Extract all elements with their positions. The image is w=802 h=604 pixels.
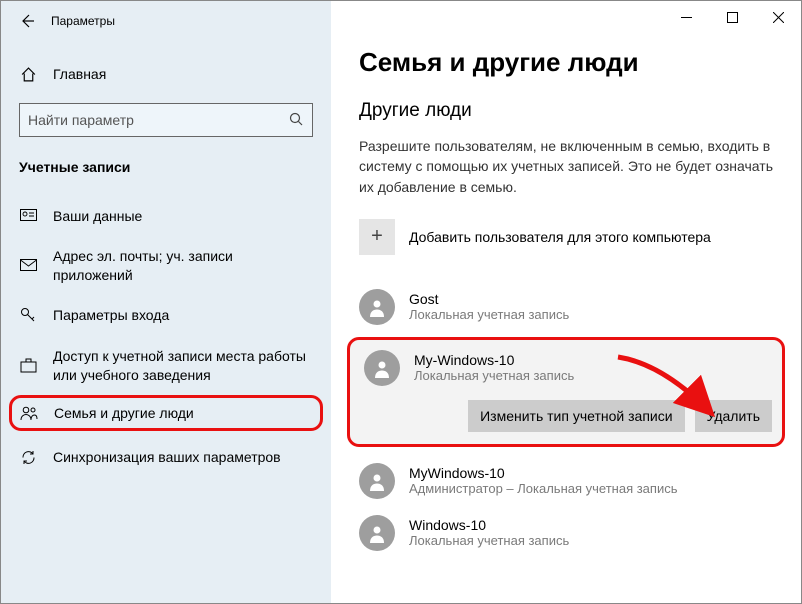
page-title: Семья и другие люди (359, 47, 773, 78)
add-user-button[interactable]: + Добавить пользователя для этого компью… (359, 219, 773, 255)
section-header: Учетные записи (1, 155, 331, 195)
user-role: Локальная учетная запись (409, 533, 569, 548)
user-name: MyWindows-10 (409, 465, 677, 481)
maximize-icon (727, 12, 738, 23)
main-panel: Семья и другие люди Другие люди Разрешит… (331, 1, 801, 603)
user-role: Администратор – Локальная учетная запись (409, 481, 677, 496)
key-icon (19, 307, 37, 325)
home-label: Главная (53, 66, 106, 82)
avatar (359, 289, 395, 325)
person-icon (367, 297, 387, 317)
avatar (359, 463, 395, 499)
sidebar-item-family[interactable]: Семья и другие люди (9, 395, 323, 431)
close-button[interactable] (755, 1, 801, 33)
plus-icon: + (359, 219, 395, 255)
sidebar-item-label: Адрес эл. почты; уч. записи приложений (53, 247, 313, 285)
user-row-mywindows10[interactable]: My-Windows-10 Локальная учетная запись (360, 350, 772, 386)
sidebar: Параметры Главная Учетные записи Ваши да… (1, 1, 331, 603)
sidebar-item-label: Параметры входа (53, 306, 169, 325)
sidebar-item-email[interactable]: Адрес эл. почты; уч. записи приложений (1, 237, 331, 295)
briefcase-icon (19, 357, 37, 375)
sync-icon (19, 449, 37, 467)
search-icon (288, 111, 304, 130)
sidebar-item-label: Синхронизация ваших параметров (53, 448, 281, 467)
avatar (364, 350, 400, 386)
user-name: Gost (409, 291, 569, 307)
user-role: Локальная учетная запись (414, 368, 574, 383)
minimize-icon (681, 12, 692, 23)
sidebar-item-signin[interactable]: Параметры входа (1, 295, 331, 337)
person-icon (367, 471, 387, 491)
user-row-gost[interactable]: Gost Локальная учетная запись (359, 281, 773, 333)
home-icon (19, 65, 37, 83)
sidebar-item-sync[interactable]: Синхронизация ваших параметров (1, 437, 331, 479)
titlebar: Параметры (1, 1, 331, 41)
avatar (359, 515, 395, 551)
people-icon (20, 404, 38, 422)
mail-icon (19, 257, 37, 275)
add-user-label: Добавить пользователя для этого компьюте… (409, 229, 711, 245)
back-button[interactable] (13, 7, 41, 35)
window-controls (663, 1, 801, 33)
page-description: Разрешите пользователям, не включенным в… (359, 136, 773, 197)
arrow-left-icon (19, 13, 35, 29)
id-card-icon (19, 207, 37, 225)
user-role: Локальная учетная запись (409, 307, 569, 322)
sidebar-item-label: Доступ к учетной записи места работы или… (53, 347, 313, 385)
change-account-type-button[interactable]: Изменить тип учетной записи (468, 400, 684, 432)
page-subtitle: Другие люди (359, 100, 773, 122)
user-name: My-Windows-10 (414, 352, 574, 368)
user-row-mywindows10-admin[interactable]: MyWindows-10 Администратор – Локальная у… (359, 455, 773, 507)
window-title: Параметры (51, 14, 115, 28)
minimize-button[interactable] (663, 1, 709, 33)
person-icon (372, 358, 392, 378)
sidebar-item-label: Ваши данные (53, 207, 142, 226)
search-input[interactable] (28, 112, 288, 128)
sidebar-item-your-info[interactable]: Ваши данные (1, 195, 331, 237)
user-name: Windows-10 (409, 517, 569, 533)
sidebar-item-label: Семья и другие люди (54, 405, 194, 421)
remove-button[interactable]: Удалить (695, 400, 772, 432)
person-icon (367, 523, 387, 543)
user-row-selected: My-Windows-10 Локальная учетная запись И… (347, 337, 785, 447)
home-nav[interactable]: Главная (1, 55, 331, 93)
search-box[interactable] (19, 103, 313, 137)
user-row-windows10[interactable]: Windows-10 Локальная учетная запись (359, 507, 773, 559)
maximize-button[interactable] (709, 1, 755, 33)
close-icon (773, 12, 784, 23)
sidebar-item-work-access[interactable]: Доступ к учетной записи места работы или… (1, 337, 331, 395)
